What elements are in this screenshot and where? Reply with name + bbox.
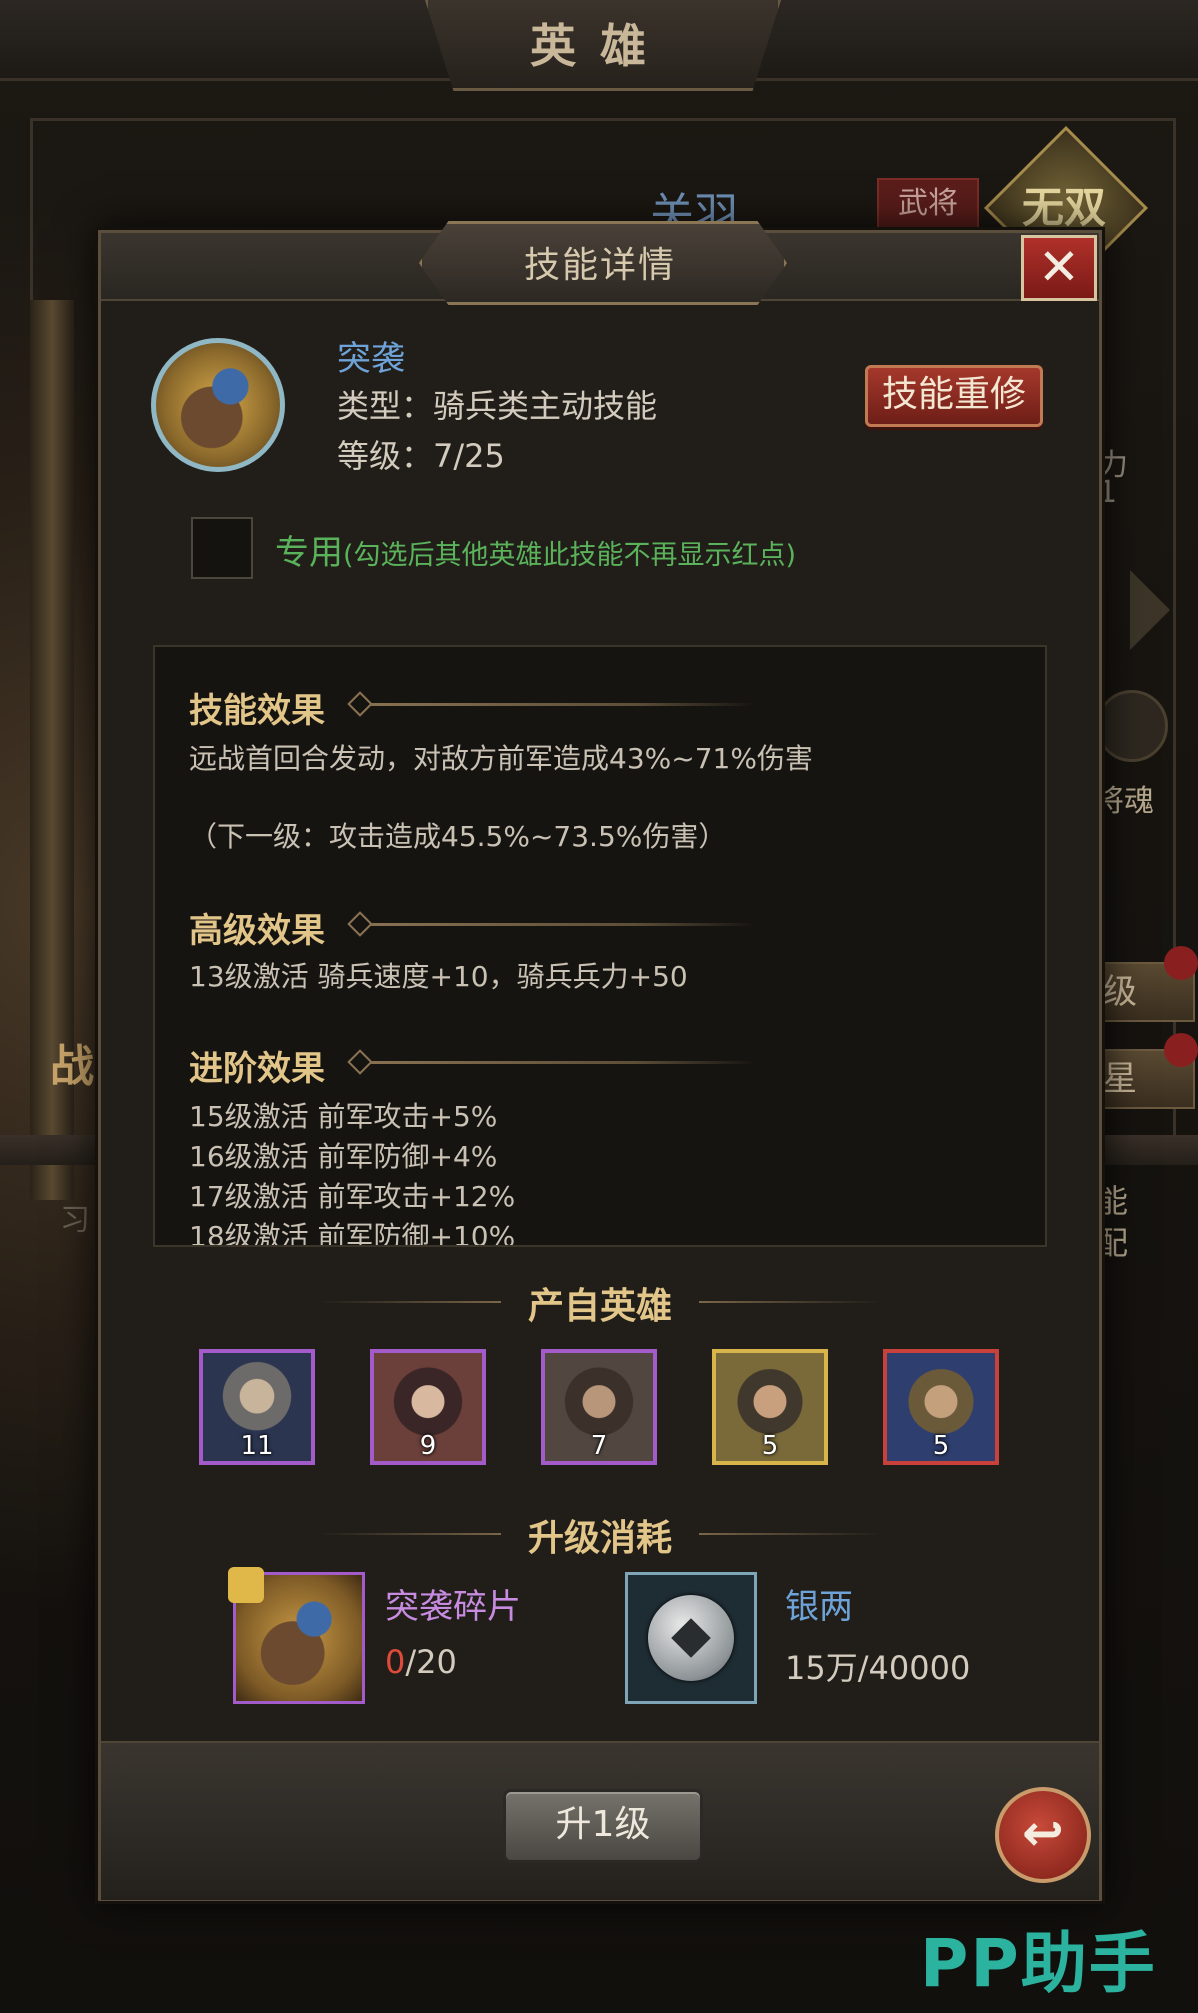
- silver-name: 银两: [785, 1587, 853, 1627]
- hero-fragment-count: 11: [240, 1431, 274, 1461]
- dialog-title: 技能详情: [523, 245, 676, 286]
- fragment-name: 突袭碎片: [385, 1587, 521, 1627]
- source-hero-card[interactable]: 7: [541, 1349, 657, 1465]
- coin-icon: [648, 1595, 734, 1681]
- hero-fragment-count: 7: [590, 1431, 608, 1461]
- fragment-need: /20: [405, 1643, 457, 1681]
- section-divider: [355, 923, 755, 926]
- skill-fragment-icon[interactable]: [228, 1567, 365, 1704]
- effect-panel[interactable]: 技能效果 远战首回合发动，对敌方前军造成43%~71%伤害 （下一级：攻击造成4…: [153, 645, 1047, 1247]
- promotion-line: 15级激活 前军攻击+5%: [189, 1100, 498, 1133]
- title-ornament-right: [699, 1301, 879, 1303]
- red-dot-icon: [1164, 946, 1198, 980]
- promotion-line: 17级激活 前军攻击+12%: [189, 1180, 516, 1213]
- hero-fragment-count: 5: [932, 1431, 950, 1461]
- puzzle-piece-icon: [228, 1567, 264, 1603]
- screen-title: 英雄: [530, 19, 670, 73]
- dedicate-checkbox[interactable]: [191, 517, 253, 579]
- close-icon: ✕: [1038, 238, 1080, 296]
- upgrade-cost-title: 升级消耗: [527, 1518, 672, 1559]
- close-button[interactable]: ✕: [1021, 235, 1097, 301]
- watermark-logo: PP助手: [920, 1925, 1157, 2002]
- bg-left-tab[interactable]: 习: [60, 1195, 90, 1239]
- advanced-effect-title: 高级效果: [189, 911, 325, 951]
- dedicate-label-main: 专用: [275, 533, 343, 573]
- title-ornament-right: [699, 1533, 879, 1535]
- skill-type: 类型：骑兵类主动技能: [337, 387, 658, 425]
- hero-fragment-count: 9: [419, 1431, 437, 1461]
- skill-effect-title: 技能效果: [189, 691, 325, 731]
- skill-icon: [151, 338, 285, 472]
- back-button[interactable]: ↩: [995, 1787, 1091, 1883]
- promotion-line: 16级激活 前军防御+4%: [189, 1140, 498, 1173]
- promotion-effect-title: 进阶效果: [189, 1049, 325, 1089]
- source-hero-card[interactable]: 9: [370, 1349, 486, 1465]
- fragment-quantity: 0/20: [385, 1643, 457, 1681]
- source-heroes-title: 产自英雄: [527, 1286, 672, 1327]
- hero-tag: 武将: [877, 178, 979, 230]
- skill-detail-dialog: 技能详情 ✕ 突袭 类型：骑兵类主动技能 等级：7/25 技能重修 专用(勾选后…: [98, 221, 1102, 1901]
- red-dot-icon: [1164, 1033, 1198, 1067]
- bg-left-badge: 战: [50, 1041, 94, 1092]
- dedicate-note: (勾选后其他英雄此技能不再显示红点): [343, 540, 797, 571]
- source-hero-card[interactable]: 11: [199, 1349, 315, 1465]
- hero-soul-label: 将魂: [1094, 784, 1154, 819]
- next-hero-arrow-icon[interactable]: [1130, 570, 1170, 650]
- skill-effect-text: 远战首回合发动，对敌方前军造成43%~71%伤害: [189, 742, 813, 775]
- next-level-text: （下一级：攻击造成45.5%~73.5%伤害）: [189, 820, 727, 853]
- promotion-line: 18级激活 前军防御+10%: [189, 1220, 516, 1247]
- skill-relearn-button[interactable]: 技能重修: [865, 365, 1043, 427]
- section-divider: [355, 703, 755, 706]
- skill-name: 突袭: [337, 339, 405, 379]
- source-hero-card[interactable]: 5: [883, 1349, 999, 1465]
- dedicate-label: 专用(勾选后其他英雄此技能不再显示红点): [275, 525, 796, 574]
- back-arrow-icon: ↩: [1022, 1804, 1064, 1862]
- rarity-badge-text: 无双: [1021, 183, 1106, 232]
- silver-icon[interactable]: [625, 1572, 757, 1704]
- hero-fragment-count: 5: [761, 1431, 779, 1461]
- section-divider: [355, 1061, 755, 1064]
- advanced-effect-text: 13级激活 骑兵速度+10，骑兵兵力+50: [189, 960, 688, 993]
- hero-soul-icon[interactable]: [1096, 690, 1168, 762]
- silver-quantity: 15万/40000: [785, 1649, 971, 1687]
- skill-level: 等级：7/25: [337, 437, 505, 475]
- source-hero-card[interactable]: 5: [712, 1349, 828, 1465]
- fragment-have: 0: [385, 1643, 406, 1681]
- upgrade-button[interactable]: 升1级: [503, 1789, 703, 1863]
